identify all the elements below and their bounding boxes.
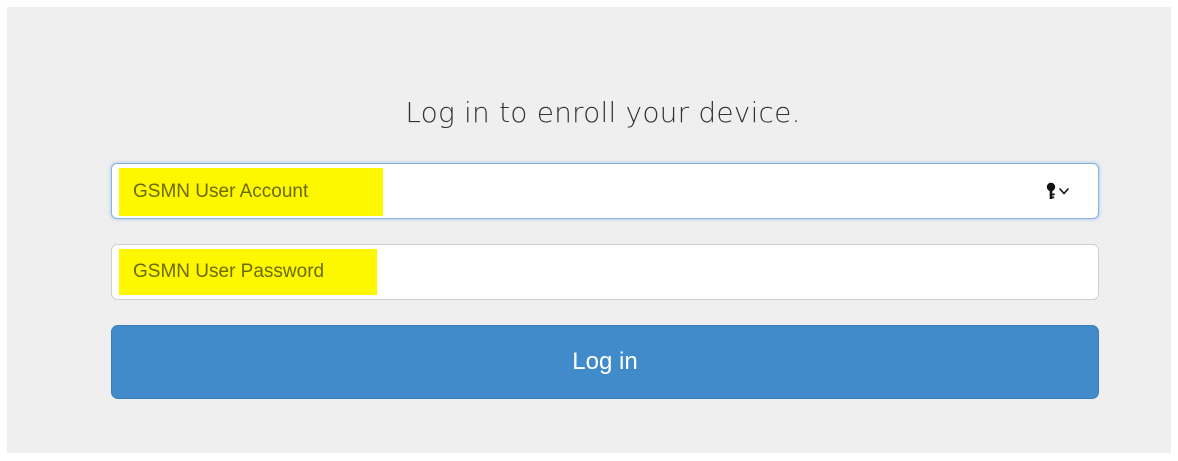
chevron-down-icon bbox=[1059, 188, 1069, 195]
password-field[interactable]: GSMN User Password bbox=[111, 244, 1099, 300]
login-panel: Log in to enroll your device. GSMN User … bbox=[7, 7, 1171, 453]
password-input[interactable] bbox=[112, 245, 1098, 299]
password-manager-button[interactable] bbox=[1046, 181, 1080, 201]
login-button[interactable]: Log in bbox=[111, 325, 1099, 399]
key-icon bbox=[1046, 182, 1056, 199]
account-field[interactable]: GSMN User Account bbox=[111, 163, 1099, 219]
account-input[interactable] bbox=[112, 164, 1098, 218]
page-title: Log in to enroll your device. bbox=[405, 96, 801, 129]
